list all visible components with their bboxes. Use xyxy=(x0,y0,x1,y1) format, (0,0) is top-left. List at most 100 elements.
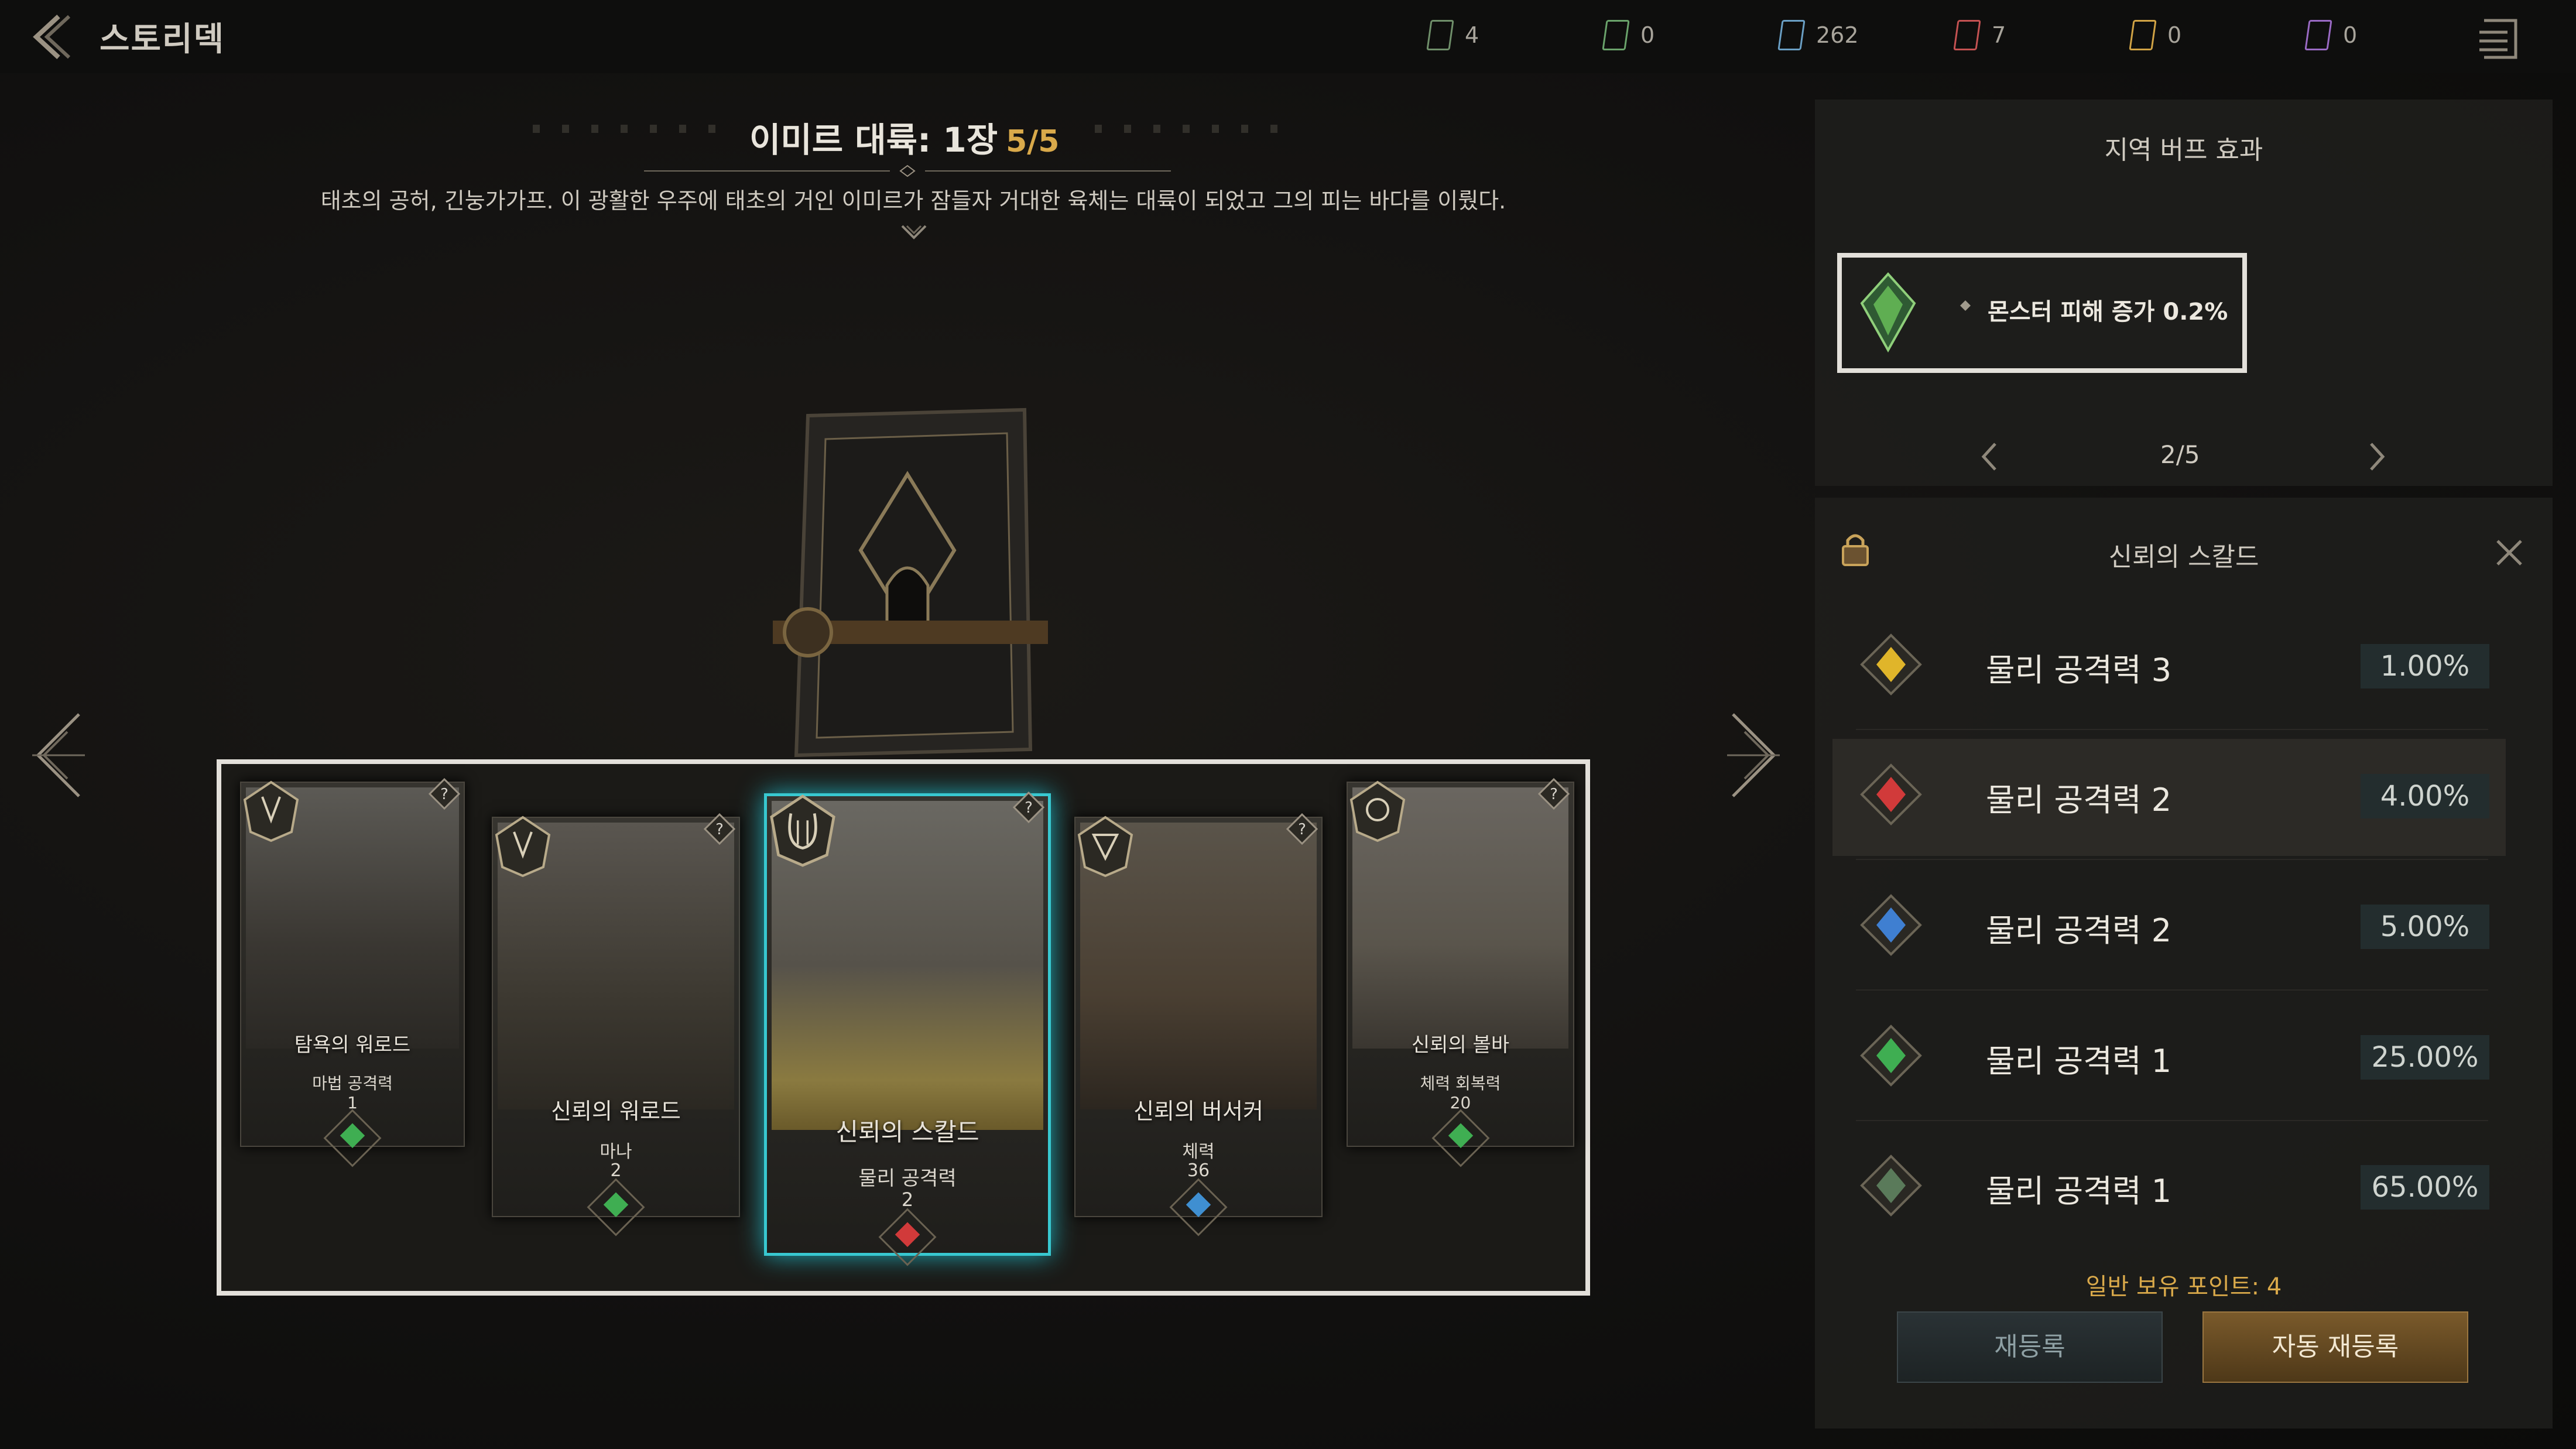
chapter-description: 태초의 공허, 긴눙가가프. 이 광활한 우주에 태초의 거인 이미르가 잠들자… xyxy=(320,188,1506,214)
green-crystal-icon xyxy=(1860,272,1916,353)
card-ticket-icon xyxy=(2129,20,2157,50)
currency-6-value: 0 xyxy=(2343,22,2358,48)
class-emblem-icon xyxy=(1349,780,1406,842)
prev-page-icon[interactable] xyxy=(1978,440,2001,473)
next-page-icon[interactable] xyxy=(2365,440,2389,473)
card-name: 신뢰의 볼바 xyxy=(1411,1033,1510,1057)
card-name: 신뢰의 스칼드 xyxy=(835,1118,979,1146)
grey-crystal-icon xyxy=(1860,1155,1922,1217)
svg-text:?: ? xyxy=(1550,786,1558,803)
row-divider xyxy=(1856,989,2488,991)
reregister-button[interactable]: 재등록 xyxy=(1897,1311,2163,1383)
info-icon[interactable]: ? xyxy=(1013,792,1044,823)
card-stat-label: 물리 공격력 xyxy=(858,1167,957,1190)
currency-2: 0 xyxy=(1602,18,1655,53)
card-ticket-icon xyxy=(1426,20,1454,50)
deck-effect-percent: 65.00% xyxy=(2361,1165,2489,1210)
card-ticket-icon xyxy=(1953,20,1981,50)
deck-effect-row[interactable]: 물리 공격력 1 25.00% xyxy=(1832,1000,2506,1117)
deck-effect-row[interactable]: 물리 공격력 1 65.00% xyxy=(1832,1130,2506,1247)
green-crystal-icon xyxy=(1860,1025,1922,1087)
card-name: 신뢰의 버서커 xyxy=(1133,1098,1263,1124)
chapter-progress: 5/5 xyxy=(1006,124,1060,159)
chapter-title: 이미르 대륙: 1장 5/5 xyxy=(749,112,1059,162)
gold-crystal-icon xyxy=(1860,633,1922,696)
back-arrow-icon[interactable] xyxy=(23,11,70,63)
character-card-2[interactable]: ? 신뢰의 워로드 마나 2 xyxy=(492,813,740,1236)
blue-crystal-icon xyxy=(1860,894,1922,956)
class-emblem-icon xyxy=(243,780,299,842)
top-bar xyxy=(0,0,2576,73)
info-icon[interactable]: ? xyxy=(704,813,735,845)
deck-effect-row[interactable]: 물리 공격력 3 1.00% xyxy=(1832,609,2506,726)
bullet-icon xyxy=(1960,300,1971,311)
class-emblem-icon xyxy=(1077,816,1133,878)
currency-5: 0 xyxy=(2129,18,2182,53)
auto-reregister-button[interactable]: 자동 재등록 xyxy=(2202,1311,2468,1383)
character-card-5[interactable]: ? 신뢰의 볼바 체력 회복력 20 xyxy=(1347,778,1574,1167)
story-book-image xyxy=(773,407,1048,758)
card-stat-label: 마나 xyxy=(600,1142,632,1162)
svg-text:?: ? xyxy=(715,821,724,838)
deck-effect-label: 물리 공격력 2 xyxy=(1986,782,2172,818)
next-chapter-arrow-icon[interactable] xyxy=(1721,708,1786,802)
page-title: 스토리덱 xyxy=(100,20,225,59)
deck-effect-label: 물리 공격력 3 xyxy=(1986,652,2172,688)
deck-effect-row[interactable]: 물리 공격력 2 5.00% xyxy=(1832,869,2506,986)
card-stat-label: 체력 xyxy=(1182,1142,1215,1162)
currency-1: 4 xyxy=(1426,18,1479,53)
currency-6: 0 xyxy=(2304,18,2358,53)
svg-text:?: ? xyxy=(440,786,448,803)
card-stat-value: 2 xyxy=(901,1188,914,1211)
deck-effect-row-active[interactable]: 물리 공격력 2 4.00% xyxy=(1832,739,2506,856)
card-name: 탐욕의 워로드 xyxy=(294,1033,411,1057)
close-icon[interactable] xyxy=(2494,537,2524,568)
deck-panel-title: 신뢰의 스칼드 xyxy=(2108,542,2259,572)
menu-icon[interactable] xyxy=(2474,12,2526,64)
decorative-runes xyxy=(533,125,715,133)
prev-chapter-arrow-icon[interactable] xyxy=(26,708,91,802)
lyre-emblem-icon xyxy=(770,794,835,867)
buff-page-indicator: 2/5 xyxy=(2160,440,2200,469)
deck-effect-percent: 25.00% xyxy=(2361,1035,2489,1080)
title-divider xyxy=(644,165,1171,177)
row-divider xyxy=(1856,729,2488,730)
region-buff-text: 몬스터 피해 증가 0.2% xyxy=(1988,299,2228,326)
info-icon[interactable]: ? xyxy=(429,778,460,810)
svg-text:?: ? xyxy=(1025,799,1033,817)
row-divider xyxy=(1856,859,2488,860)
row-divider xyxy=(1856,1120,2488,1121)
card-stat-label: 마법 공격력 xyxy=(312,1074,393,1093)
card-ticket-icon xyxy=(1602,20,1630,50)
class-emblem-icon xyxy=(495,816,551,878)
svg-text:?: ? xyxy=(1298,821,1306,838)
chapter-title-text: 이미르 대륙: 1장 xyxy=(749,120,998,160)
currency-2-value: 0 xyxy=(1640,22,1655,48)
character-card-4[interactable]: ? 신뢰의 버서커 체력 36 xyxy=(1074,813,1323,1236)
currency-1-value: 4 xyxy=(1465,22,1479,48)
decorative-runes xyxy=(1095,125,1277,133)
card-ticket-icon xyxy=(2304,20,2332,50)
card-name: 신뢰의 워로드 xyxy=(551,1098,681,1124)
currency-4-value: 7 xyxy=(1992,22,2006,48)
region-buff-title: 지역 버프 효과 xyxy=(2104,135,2263,165)
deck-effect-label: 물리 공격력 1 xyxy=(1986,1173,2172,1210)
deck-effect-label: 물리 공격력 1 xyxy=(1986,1043,2172,1080)
deck-effect-percent: 1.00% xyxy=(2361,644,2489,688)
character-card-1[interactable]: ? 탐욕의 워로드 마법 공격력 1 xyxy=(240,778,465,1167)
info-icon[interactable]: ? xyxy=(1286,813,1318,845)
currency-3-value: 262 xyxy=(1816,22,1859,48)
expand-chevron-icon[interactable] xyxy=(899,221,929,245)
currency-5-value: 0 xyxy=(2167,22,2182,48)
card-ticket-icon xyxy=(1777,20,1806,50)
currency-4: 7 xyxy=(1953,18,2006,53)
currency-3: 262 xyxy=(1777,18,1859,53)
character-card-3-selected[interactable]: ? 신뢰의 스칼드 물리 공격력 2 xyxy=(764,792,1051,1266)
info-icon[interactable]: ? xyxy=(1538,778,1570,810)
deck-effect-label: 물리 공격력 2 xyxy=(1986,912,2172,949)
deck-effect-percent: 4.00% xyxy=(2361,774,2489,818)
card-stat-label: 체력 회복력 xyxy=(1420,1074,1501,1093)
red-crystal-icon xyxy=(1860,763,1922,825)
points-text: 일반 보유 포인트: 4 xyxy=(2085,1273,2282,1300)
deck-effect-percent: 5.00% xyxy=(2361,905,2489,949)
